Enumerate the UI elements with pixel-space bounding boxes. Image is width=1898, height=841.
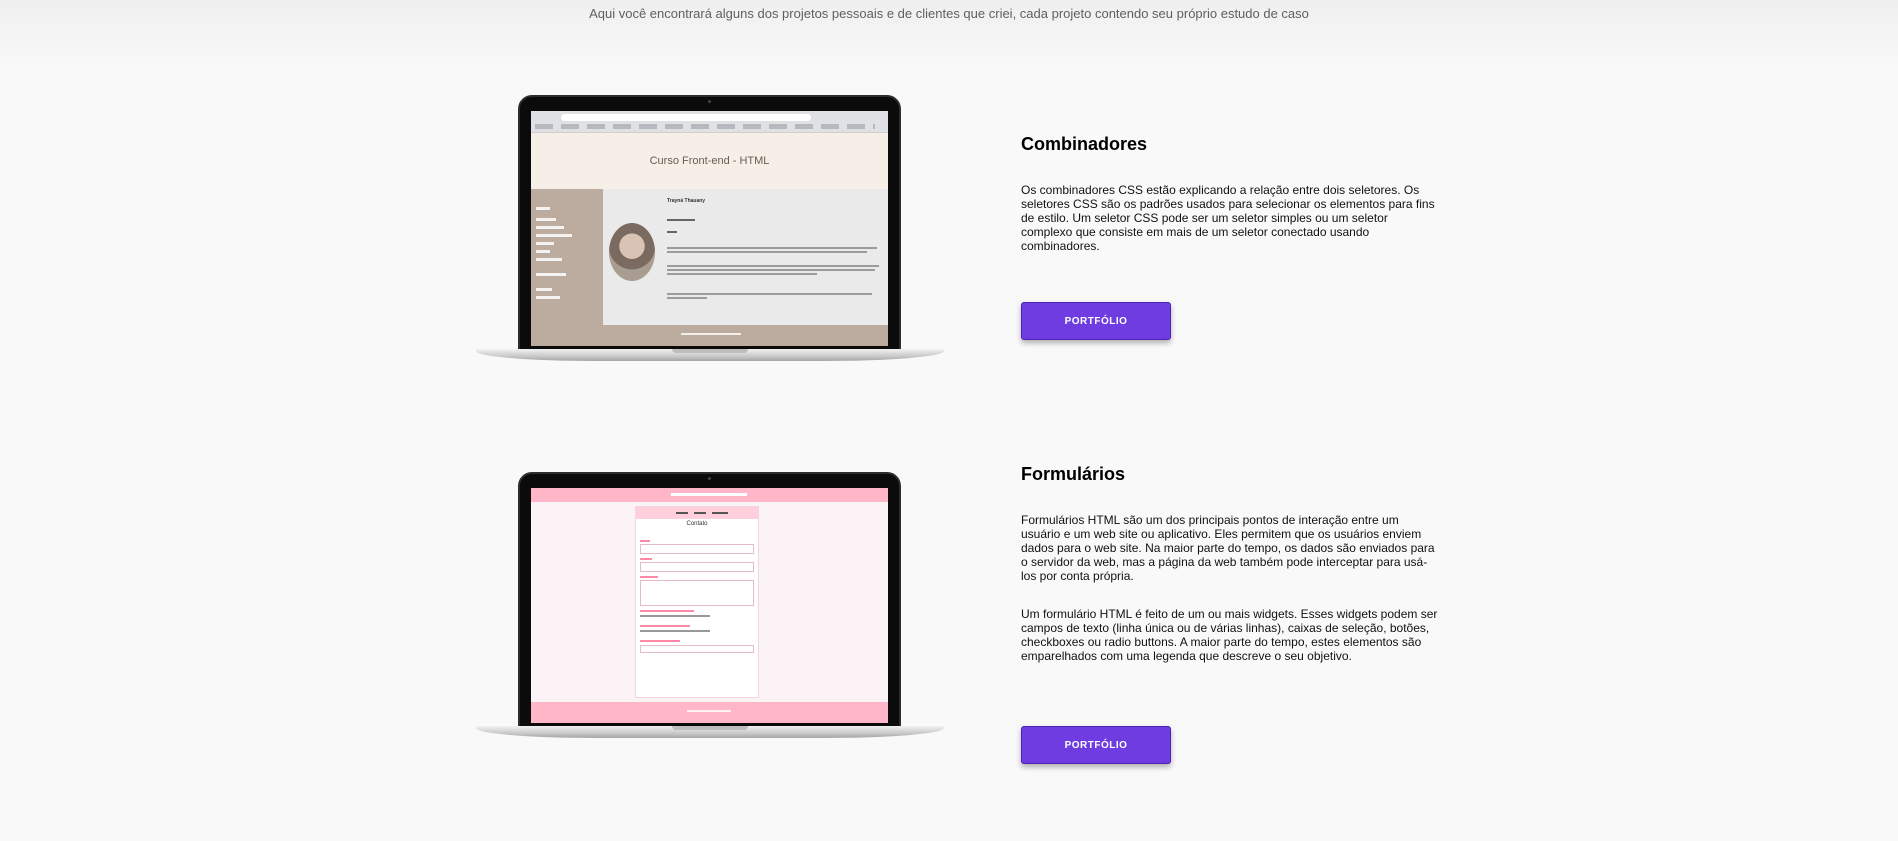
browser-chrome bbox=[531, 111, 888, 133]
preview-footer bbox=[531, 702, 888, 723]
address-bar bbox=[561, 114, 811, 121]
preview-header bbox=[531, 488, 888, 502]
project-description: Os combinadores CSS estão explicando a r… bbox=[1021, 183, 1435, 253]
camera-dot bbox=[708, 100, 711, 103]
laptop-mockup: Contato bbox=[476, 472, 944, 742]
portfolio-button[interactable]: PORTFÓLIO bbox=[1021, 726, 1171, 764]
portfolio-button[interactable]: PORTFÓLIO bbox=[1021, 302, 1171, 340]
preview-footer bbox=[531, 325, 888, 346]
laptop-lid: Curso Front-end - HTML Trayná Thauany bbox=[518, 95, 901, 351]
project-description: Formulários HTML são um dos principais p… bbox=[1021, 513, 1435, 583]
camera-dot bbox=[708, 477, 711, 480]
preview-nav bbox=[636, 507, 758, 519]
preview-name: Trayná Thauany bbox=[667, 198, 706, 204]
project-title: Formulários bbox=[1021, 464, 1126, 484]
laptop-mockup: Curso Front-end - HTML Trayná Thauany bbox=[476, 95, 944, 365]
preview-heading: Curso Front-end - HTML bbox=[531, 133, 888, 189]
laptop-lid: Contato bbox=[518, 472, 901, 728]
project-preview-screenshot: Curso Front-end - HTML Trayná Thauany bbox=[531, 111, 888, 346]
preview-form-title: Contato bbox=[686, 521, 708, 527]
project-description-2: Um formulário HTML é feito de um ou mais… bbox=[1021, 607, 1438, 663]
bookmarks-bar bbox=[535, 124, 875, 129]
preview-sidebar bbox=[531, 189, 603, 325]
laptop-notch bbox=[672, 726, 748, 730]
project-title: Combinadores bbox=[1021, 134, 1148, 154]
laptop-notch bbox=[672, 349, 748, 353]
avatar bbox=[609, 223, 655, 281]
preview-contact-form: Contato bbox=[635, 506, 759, 698]
section-subtitle: Aqui você encontrará alguns dos projetos… bbox=[589, 6, 1309, 21]
preview-content: Trayná Thauany bbox=[603, 189, 888, 325]
project-preview-screenshot: Contato bbox=[531, 488, 888, 723]
